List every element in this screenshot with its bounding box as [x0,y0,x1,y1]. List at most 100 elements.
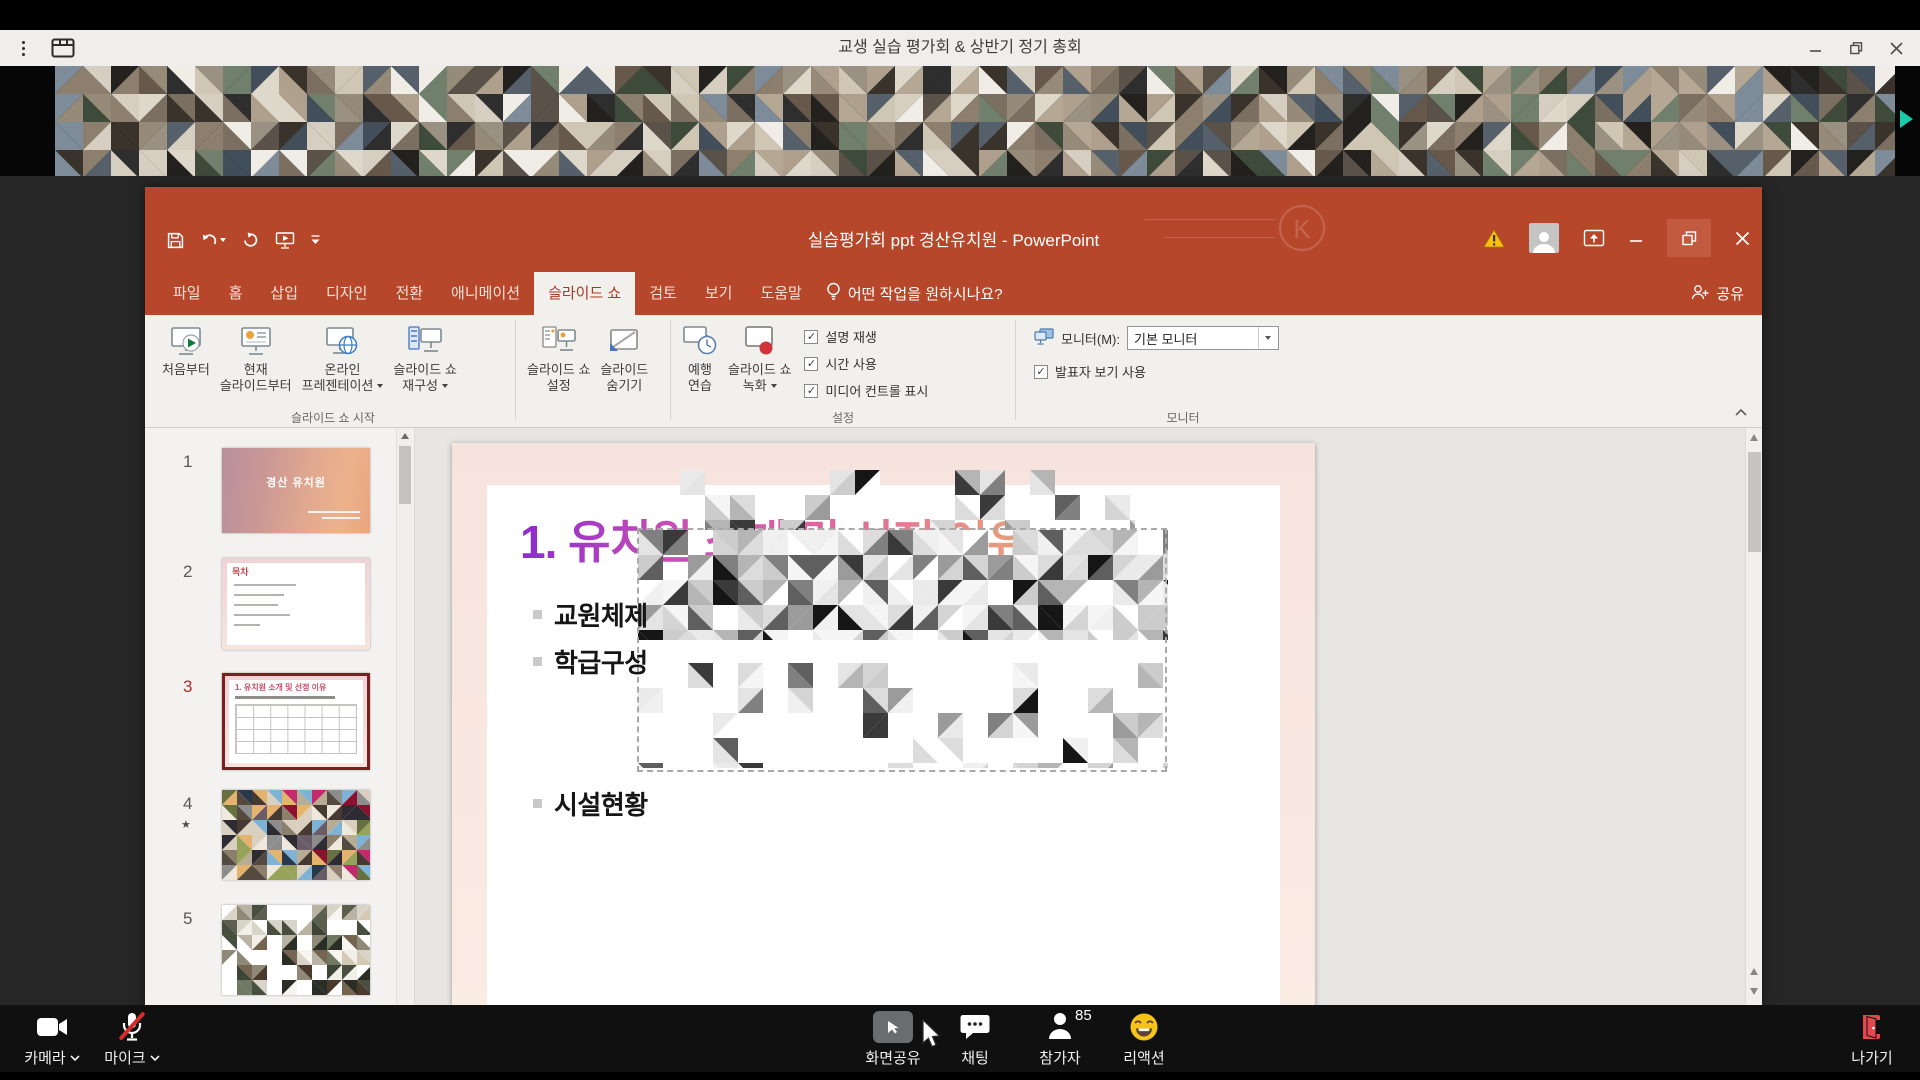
minimize-icon[interactable] [1796,30,1836,66]
ribbon-display-options-icon[interactable] [1583,229,1605,247]
tab-insert[interactable]: 삽입 [256,272,312,315]
tab-help[interactable]: 도움말 [746,272,815,315]
ppt-close-icon[interactable] [1735,231,1750,246]
group-label-monitors: 모니터 [1018,409,1348,426]
hide-slide-button[interactable]: 슬라이드숨기기 [595,318,653,396]
thumbnail-2-title: 목차 [232,565,249,578]
scrollbar-thumb[interactable] [1748,452,1761,552]
ribbon: 처음부터 현재슬라이드부터 온라인프레젠테이션 [145,315,1762,428]
restore-icon[interactable] [1836,30,1876,66]
from-current-slide-button[interactable]: 현재슬라이드부터 [215,318,297,396]
group-label-start: 슬라이드 쇼 시작 [153,409,513,426]
tell-me-box[interactable]: 어떤 작업을 원하시나요? [816,272,1013,315]
leave-button[interactable]: 나가기 [1836,1011,1908,1068]
monitor-icon [1034,328,1054,348]
custom-slideshow-button[interactable]: 슬라이드 쇼재구성 [388,318,461,396]
slide-thumbnail-3-selected[interactable]: 1. 유치원 소개 및 선정 이유 [222,673,370,770]
account-avatar[interactable] [1529,223,1559,253]
monitor-select[interactable]: 기본 모니터 [1127,326,1279,350]
from-beginning-button[interactable]: 처음부터 [157,318,215,380]
next-slide-icon[interactable] [1750,988,1758,995]
slide-editor[interactable]: 1. 유치원 소개 및 선정 이유 교원체제 학급구성 [452,443,1315,1005]
checkbox-play-narrations[interactable]: ✓ 설명 재생 [804,327,928,346]
tab-review[interactable]: 검토 [635,272,691,315]
reactions-button[interactable]: 리액션 [1108,1011,1180,1068]
group-setup-b: 예행연습 슬라이드 쇼녹화 ✓ 설명 재생 [673,315,1013,427]
thumbnail-scrollbar[interactable] [396,428,412,1005]
editor-scrollbar[interactable] [1745,428,1762,1005]
table-placeholder-border[interactable] [637,528,1167,772]
tab-animations[interactable]: 애니메이션 [437,272,534,315]
camera-button[interactable]: 카메라 [16,1011,88,1068]
animation-star-icon: ★ [181,818,191,831]
scroll-up-icon[interactable] [401,433,409,439]
tab-file[interactable]: 파일 [159,272,215,315]
slide-number: 2 [183,562,192,582]
warning-icon[interactable] [1483,229,1505,248]
setup-slideshow-button[interactable]: 슬라이드 쇼설정 [522,318,595,396]
rehearse-timings-button[interactable]: 예행연습 [677,318,723,396]
tab-design[interactable]: 디자인 [312,272,381,315]
mic-button[interactable]: 마이크 [96,1011,168,1068]
monitor-label: 모니터(M): [1061,329,1120,348]
present-online-icon [324,320,360,362]
previous-slide-icon[interactable] [1750,968,1758,975]
tab-home[interactable]: 홈 [215,272,257,315]
ppt-titlebar: 실습평가회 ppt 경산유치원 - PowerPoint K [145,187,1762,272]
checkbox-show-media-controls[interactable]: ✓ 미디어 컨트롤 표시 [804,381,928,400]
from-beginning-icon [168,320,204,362]
thumbnail-1-background [222,448,370,533]
slide-thumbnail-5[interactable] [222,905,370,995]
slide-bullet-3: 시설현황 [533,785,648,822]
close-icon[interactable] [1876,30,1916,66]
chevron-down-icon [70,1055,80,1061]
ppt-restore-icon[interactable] [1667,219,1711,257]
checkbox-checked-icon: ✓ [1034,365,1048,379]
participants-count: 85 [1075,1007,1092,1024]
slide-canvas: 1. 유치원 소개 및 선정 이유 교원체제 학급구성 [415,428,1745,1005]
slide-thumbnail-2[interactable]: 목차 [222,558,370,650]
scrollbar-thumb[interactable] [399,446,411,504]
slide-bullet-1: 교원체제 [533,596,648,633]
checkbox-checked-icon: ✓ [804,357,818,371]
collapse-ribbon-icon[interactable] [1734,404,1748,422]
slide-number: 1 [183,452,192,472]
scroll-up-icon[interactable] [1750,434,1758,441]
slide-thumbnail-1[interactable]: 경산 유치원 [222,448,370,533]
present-online-button[interactable]: 온라인프레젠테이션 [297,318,389,396]
screen-share-button[interactable]: 화면공유 [855,1011,931,1068]
ppt-workspace: 1 경산 유치원 2 목차 [145,428,1762,1005]
slide-thumbnail-panel: 1 경산 유치원 2 목차 [145,428,415,1005]
thumbnail-3-table [235,704,357,754]
record-slideshow-icon [742,320,778,362]
tab-view[interactable]: 보기 [691,272,747,315]
checkbox-use-presenter-view[interactable]: ✓ 발표자 보기 사용 [1034,362,1279,381]
custom-slideshow-icon [407,320,443,362]
checkbox-use-timings[interactable]: ✓ 시간 사용 [804,354,928,373]
powerpoint-window: 실습평가회 ppt 경산유치원 - PowerPoint K [145,187,1762,1005]
slide-number: 5 [183,909,192,929]
checkbox-checked-icon: ✓ [804,384,818,398]
next-participants-arrow-icon[interactable] [1900,110,1913,128]
meeting-title: 교생 실습 평가회 & 상반기 정기 총회 [0,30,1920,66]
thumbnail-1-title: 경산 유치원 [222,474,370,490]
participants-button[interactable]: 85 참가자 [1018,1011,1102,1068]
share-button[interactable]: 공유 [1691,272,1744,315]
pixelated-participant-videos [55,66,1895,176]
chevron-down-icon[interactable] [1258,327,1278,349]
tab-transitions[interactable]: 전환 [381,272,437,315]
tab-slideshow[interactable]: 슬라이드 쇼 [534,272,635,315]
record-slideshow-button[interactable]: 슬라이드 쇼녹화 [723,318,796,396]
ppt-minimize-icon[interactable] [1629,231,1643,245]
slide-number: 4 [183,794,192,814]
chevron-down-icon [150,1055,160,1061]
slide-number-selected: 3 [183,677,192,697]
slide-thumbnail-4[interactable] [222,790,370,880]
lightbulb-icon [826,282,841,305]
laughing-emoji-icon [1129,1011,1159,1043]
camera-icon [36,1011,68,1043]
chat-icon [960,1011,990,1043]
chat-button[interactable]: 채팅 [940,1011,1010,1068]
ribbon-separator [670,320,671,420]
group-setup-a: 슬라이드 쇼설정 슬라이드숨기기 [518,315,668,427]
